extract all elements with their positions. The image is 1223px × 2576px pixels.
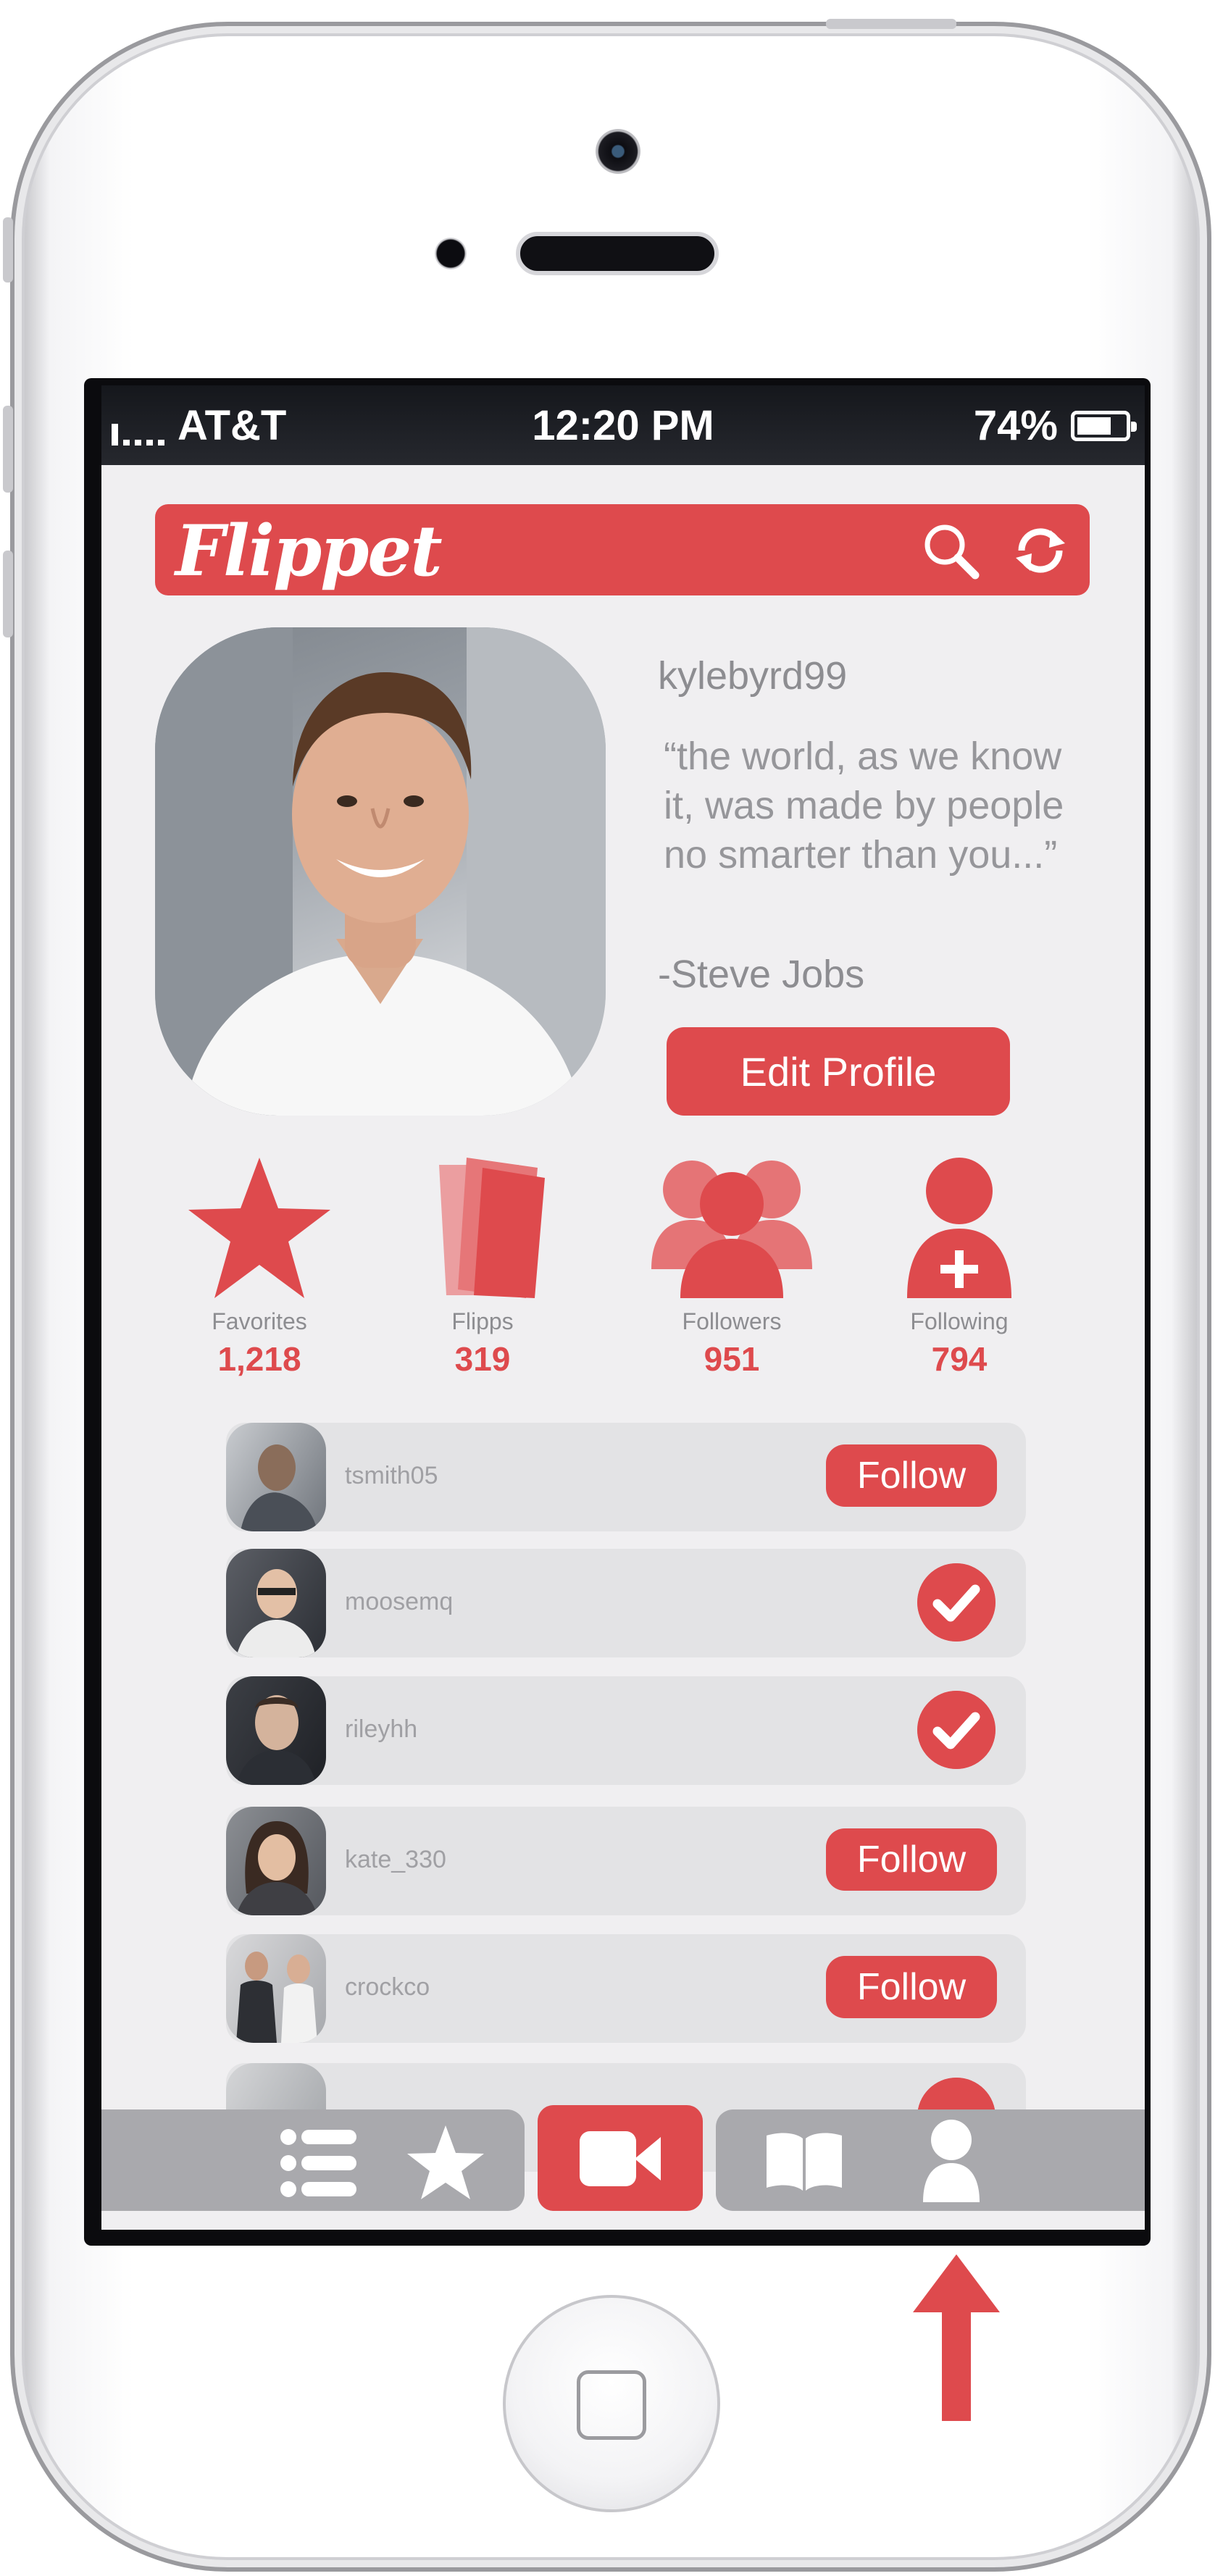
profile-username: kylebyrd99 [658,654,848,698]
list-item[interactable]: crockco Follow [226,1934,1026,2043]
volume-down-button [3,551,13,637]
up-arrow-icon [913,2254,1000,2421]
earpiece-speaker [516,232,719,275]
stat-value: 794 [931,1340,988,1378]
user-avatar [226,1423,326,1531]
user-name: moosemq [345,1588,454,1615]
cards-icon [439,1158,545,1298]
star-icon[interactable] [406,2124,485,2201]
list-item[interactable]: tsmith05 Follow [226,1423,1026,1531]
stat-favorites[interactable]: Favorites 1,218 [151,1153,368,1379]
user-avatar [226,1549,326,1657]
power-button [826,19,956,29]
add-user-icon [907,1158,1011,1298]
follow-button[interactable]: Follow [826,1956,997,2018]
user-avatar [226,1934,326,2043]
app-header: Flippet [155,504,1090,595]
stat-label: Flipps [451,1308,514,1334]
following-check-button[interactable] [917,1691,995,1769]
user-name: crockco [345,1973,430,2001]
video-camera-icon[interactable] [580,2131,661,2186]
stat-flipps[interactable]: Flipps 319 [374,1153,591,1379]
stat-value: 319 [454,1340,511,1378]
volume-up-button [3,406,13,493]
book-icon[interactable] [764,2130,845,2192]
edit-profile-button[interactable]: Edit Profile [667,1027,1010,1116]
tab-bar [101,2105,1145,2214]
mute-switch [3,217,13,283]
battery-percent: 74% [973,402,1058,449]
profile-photo-image [155,627,606,1116]
app-logo: Flippet [175,510,443,592]
status-bar: AT&T 12:20 PM 74% [101,385,1145,465]
following-check-button[interactable] [917,1563,995,1642]
stat-label: Following [910,1308,1009,1334]
list-item[interactable]: kate_330 Follow [226,1807,1026,1915]
profile-quote: “the world, as we know it, was made by p… [664,735,1064,877]
profile-photo[interactable] [155,627,606,1116]
stat-followers[interactable]: Followers 951 [623,1153,840,1379]
follow-button[interactable]: Follow [826,1444,997,1507]
home-button-icon [577,2370,646,2440]
quote-author: -Steve Jobs [658,953,865,996]
app-screen: AT&T 12:20 PM 74% Flippet kylebyrd99 “th… [101,385,1145,2230]
list-icon[interactable] [280,2127,356,2199]
stat-label: Followers [682,1308,782,1334]
star-icon [188,1158,330,1298]
battery-status: 74% [973,401,1137,450]
search-icon[interactable] [919,519,982,582]
profile-icon[interactable] [922,2118,981,2202]
follow-button[interactable]: Follow [826,1828,997,1891]
stat-label: Favorites [212,1308,307,1334]
list-item[interactable]: moosemq [226,1549,1026,1657]
user-name: rileyhh [345,1715,418,1743]
user-name: kate_330 [345,1846,446,1873]
list-item[interactable]: rileyhh [226,1676,1026,1785]
user-name: tsmith05 [345,1462,438,1489]
battery-icon [1071,410,1137,441]
user-avatar [226,1807,326,1915]
group-icon [651,1161,812,1298]
stat-following[interactable]: Following 794 [851,1153,1068,1379]
proximity-sensor [435,238,467,269]
front-camera [596,129,640,174]
stat-value: 1,218 [217,1340,301,1378]
refresh-icon[interactable] [1009,519,1072,582]
user-avatar [226,1676,326,1785]
stat-value: 951 [704,1340,760,1378]
